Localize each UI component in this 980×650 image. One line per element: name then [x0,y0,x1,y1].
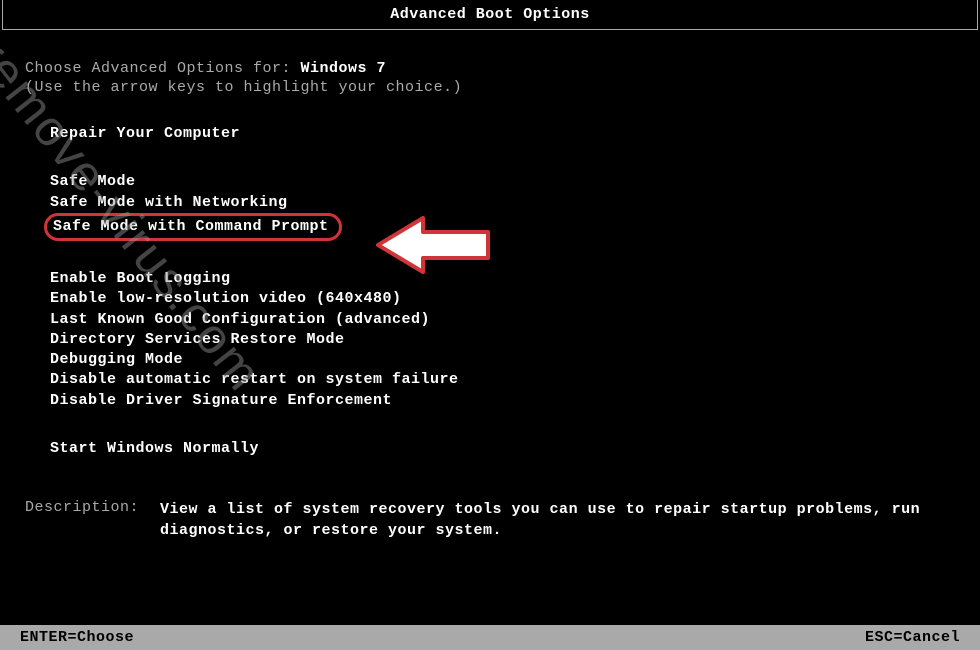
menu-dsrm[interactable]: Directory Services Restore Mode [50,330,345,350]
title-bar: Advanced Boot Options [2,0,978,30]
description-block: Description: View a list of system recov… [25,499,955,541]
choose-text: Choose Advanced Options for: [25,60,301,77]
menu-boot-logging[interactable]: Enable Boot Logging [50,269,231,289]
hint-text: (Use the arrow keys to highlight your ch… [25,79,955,96]
menu-start-normal[interactable]: Start Windows Normally [50,439,259,459]
menu-safe-mode-cmd[interactable]: Safe Mode with Command Prompt [44,213,342,241]
description-label: Description: [25,499,160,541]
menu-last-known[interactable]: Last Known Good Configuration (advanced) [50,310,430,330]
menu-disable-restart[interactable]: Disable automatic restart on system fail… [50,370,459,390]
description-text: View a list of system recovery tools you… [160,499,955,541]
menu-low-res[interactable]: Enable low-resolution video (640x480) [50,289,402,309]
footer-esc: ESC=Cancel [865,629,960,646]
menu-safe-mode-net[interactable]: Safe Mode with Networking [50,193,288,213]
content-area: Choose Advanced Options for: Windows 7 (… [0,30,980,546]
menu-repair[interactable]: Repair Your Computer [50,124,240,144]
os-name: Windows 7 [301,60,387,77]
menu-debugging[interactable]: Debugging Mode [50,350,183,370]
menu-disable-sig[interactable]: Disable Driver Signature Enforcement [50,391,392,411]
menu-section: Repair Your Computer Safe Mode Safe Mode… [25,124,955,459]
footer-bar: ENTER=Choose ESC=Cancel [0,625,980,650]
page-title: Advanced Boot Options [390,6,590,23]
footer-enter: ENTER=Choose [20,629,134,646]
choose-prompt: Choose Advanced Options for: Windows 7 [25,60,955,77]
menu-safe-mode[interactable]: Safe Mode [50,172,136,192]
